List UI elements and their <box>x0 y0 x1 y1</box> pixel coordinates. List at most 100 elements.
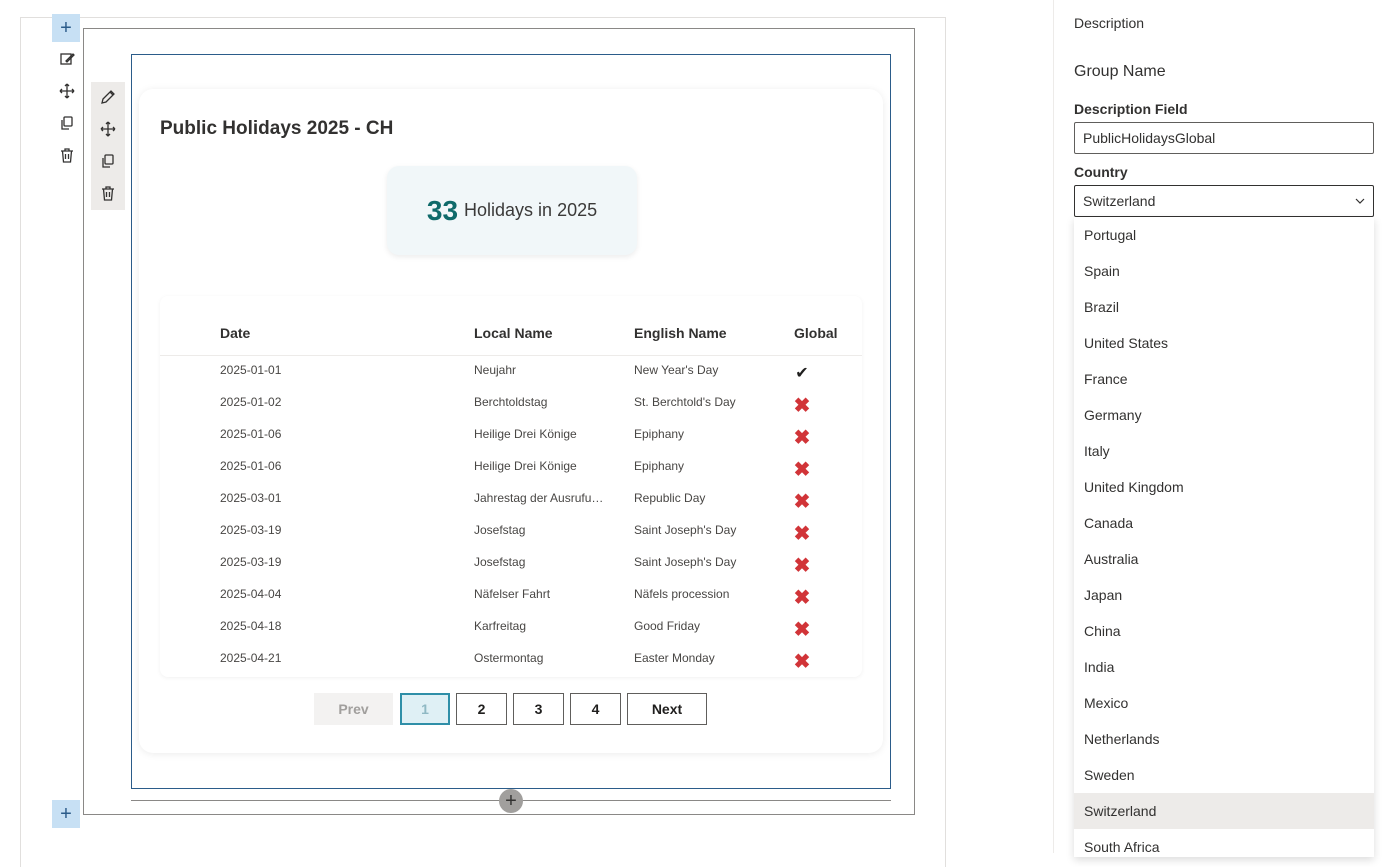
column-header-date[interactable]: Date <box>220 325 250 341</box>
add-webpart-button[interactable]: + <box>499 789 523 813</box>
country-option[interactable]: France <box>1074 361 1374 397</box>
plus-icon: + <box>505 790 517 812</box>
column-header-global[interactable]: Global <box>794 325 838 341</box>
move-icon <box>59 83 75 99</box>
copy-icon <box>102 154 114 168</box>
holiday-english-name: Easter Monday <box>634 651 715 665</box>
edit-webpart-button[interactable] <box>97 86 119 108</box>
country-option[interactable]: Sweden <box>1074 757 1374 793</box>
holiday-local-name: Josefstag <box>474 523 526 537</box>
column-header-local-name[interactable]: Local Name <box>474 325 553 341</box>
holiday-local-name: Jahrestag der Ausrufung der Republik <box>474 491 610 505</box>
country-option[interactable]: United States <box>1074 325 1374 361</box>
description-field-input[interactable] <box>1074 122 1374 154</box>
holiday-english-name: New Year's Day <box>634 363 719 377</box>
holiday-local-name: Heilige Drei Könige <box>474 459 577 473</box>
holiday-date: 2025-01-06 <box>220 459 282 473</box>
country-dropdown[interactable]: Switzerland <box>1074 185 1374 217</box>
global-check-icon: ✔ <box>795 365 809 382</box>
group-name: Group Name <box>1074 63 1166 80</box>
holiday-date: 2025-04-18 <box>220 619 282 633</box>
move-section-button[interactable] <box>56 80 78 102</box>
holiday-date: 2025-01-06 <box>220 427 282 441</box>
holiday-english-name: Näfels procession <box>634 587 730 601</box>
holiday-english-name: Saint Joseph's Day <box>634 523 737 537</box>
trash-icon <box>102 186 114 201</box>
global-cross-icon: ✖ <box>793 555 811 577</box>
country-option[interactable]: Mexico <box>1074 685 1374 721</box>
holiday-english-name: Good Friday <box>634 619 701 633</box>
holiday-date: 2025-04-04 <box>220 587 282 601</box>
page-3-button[interactable]: 3 <box>513 693 564 725</box>
holiday-english-name: Epiphany <box>634 427 685 441</box>
page-4-button[interactable]: 4 <box>570 693 621 725</box>
edit-section-icon <box>60 53 75 65</box>
holiday-english-name: St. Berchtold's Day <box>634 395 736 409</box>
country-option[interactable]: Switzerland <box>1074 793 1374 829</box>
country-options-list: Portugal Spain Brazil United States France Ge… <box>1074 217 1374 857</box>
country-option[interactable]: Japan <box>1074 577 1374 613</box>
holiday-date: 2025-01-01 <box>220 363 282 377</box>
holiday-local-name: Heilige Drei Könige <box>474 427 577 441</box>
move-icon <box>100 121 116 137</box>
global-cross-icon: ✖ <box>793 459 811 481</box>
holiday-date: 2025-03-19 <box>220 555 282 569</box>
description-field-label: Description Field <box>1074 101 1188 117</box>
country-option[interactable]: China <box>1074 613 1374 649</box>
chevron-down-icon <box>1355 198 1365 204</box>
trash-icon <box>61 148 73 163</box>
add-section-bottom-button[interactable]: + <box>52 800 80 828</box>
edit-section-button[interactable] <box>56 48 78 70</box>
page-1-button[interactable]: 1 <box>400 693 450 725</box>
holiday-local-name: Berchtoldstag <box>474 395 548 409</box>
holiday-local-name: Näfelser Fahrt <box>474 587 551 601</box>
global-cross-icon: ✖ <box>793 619 811 641</box>
holiday-local-name: Neujahr <box>474 363 517 377</box>
prev-page-button[interactable]: Prev <box>314 693 393 725</box>
property-pane-divider <box>1053 0 1054 853</box>
country-option[interactable]: Spain <box>1074 253 1374 289</box>
add-section-top-button[interactable]: + <box>52 14 80 42</box>
delete-webpart-button[interactable] <box>97 182 119 204</box>
country-option[interactable]: Portugal <box>1074 217 1374 253</box>
holiday-local-name: Karfreitag <box>474 619 527 633</box>
global-cross-icon: ✖ <box>793 491 811 513</box>
holiday-date: 2025-03-19 <box>220 523 282 537</box>
plus-icon: + <box>60 17 72 39</box>
holiday-count-number: 33 <box>426 194 459 226</box>
global-cross-icon: ✖ <box>793 395 811 417</box>
holiday-local-name: Josefstag <box>474 555 526 569</box>
global-cross-icon: ✖ <box>793 651 811 673</box>
holiday-english-name: Republic Day <box>634 491 706 505</box>
global-cross-icon: ✖ <box>793 427 811 449</box>
country-option[interactable]: Canada <box>1074 505 1374 541</box>
move-webpart-button[interactable] <box>97 118 119 140</box>
global-cross-icon: ✖ <box>793 523 811 545</box>
duplicate-section-button[interactable] <box>56 112 78 134</box>
holiday-local-name: Ostermontag <box>474 651 544 665</box>
copy-icon <box>61 116 73 130</box>
holiday-date: 2025-04-21 <box>220 651 282 665</box>
country-option[interactable]: United Kingdom <box>1074 469 1374 505</box>
holiday-date: 2025-01-02 <box>220 395 282 409</box>
country-option[interactable]: Italy <box>1074 433 1374 469</box>
holiday-count-box: 33 Holidays in 2025 <box>387 166 637 255</box>
page-2-button[interactable]: 2 <box>456 693 507 725</box>
country-option[interactable]: India <box>1074 649 1374 685</box>
country-label: Country <box>1074 164 1128 180</box>
table-header-divider <box>160 355 862 356</box>
country-selected-value: Switzerland <box>1083 193 1156 209</box>
duplicate-webpart-button[interactable] <box>97 150 119 172</box>
global-cross-icon: ✖ <box>793 587 811 609</box>
country-option[interactable]: Netherlands <box>1074 721 1374 757</box>
holiday-date: 2025-03-01 <box>220 491 282 505</box>
pane-description: Description <box>1074 15 1145 31</box>
next-page-button[interactable]: Next <box>627 693 707 725</box>
delete-section-button[interactable] <box>56 144 78 166</box>
column-header-english-name[interactable]: English Name <box>634 325 727 341</box>
pencil-icon <box>101 90 115 104</box>
holiday-english-name: Saint Joseph's Day <box>634 555 737 569</box>
country-option[interactable]: Australia <box>1074 541 1374 577</box>
country-option[interactable]: Germany <box>1074 397 1374 433</box>
country-option[interactable]: Brazil <box>1074 289 1374 325</box>
